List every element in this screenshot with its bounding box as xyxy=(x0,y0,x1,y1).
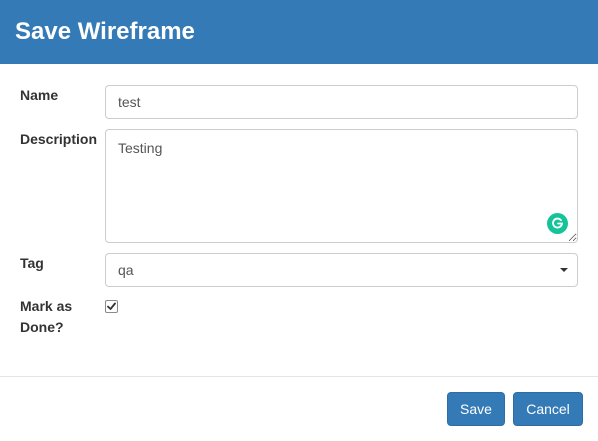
dialog-title: Save Wireframe xyxy=(15,18,195,45)
dialog-header: Save Wireframe xyxy=(0,0,598,64)
save-wireframe-dialog: Save Wireframe Name Description Testing … xyxy=(0,0,598,441)
mark-done-label: Mark as Done? xyxy=(20,296,72,338)
mark-done-checkbox[interactable] xyxy=(105,300,118,313)
name-input[interactable] xyxy=(105,85,578,119)
tag-selected-value: qa xyxy=(118,262,134,278)
description-textarea[interactable]: Testing xyxy=(105,129,578,243)
check-icon xyxy=(107,302,116,310)
footer-divider xyxy=(0,376,598,377)
mark-done-label-line2: Done? xyxy=(20,319,64,335)
cancel-button[interactable]: Cancel xyxy=(513,392,583,426)
tag-select[interactable]: qa xyxy=(105,253,578,287)
tag-label: Tag xyxy=(20,255,44,271)
mark-done-label-line1: Mark as xyxy=(20,298,73,314)
grammarly-icon[interactable] xyxy=(547,213,568,234)
name-label: Name xyxy=(20,87,59,103)
description-label: Description xyxy=(20,131,98,147)
save-button[interactable]: Save xyxy=(447,392,505,426)
caret-down-icon xyxy=(560,268,568,272)
